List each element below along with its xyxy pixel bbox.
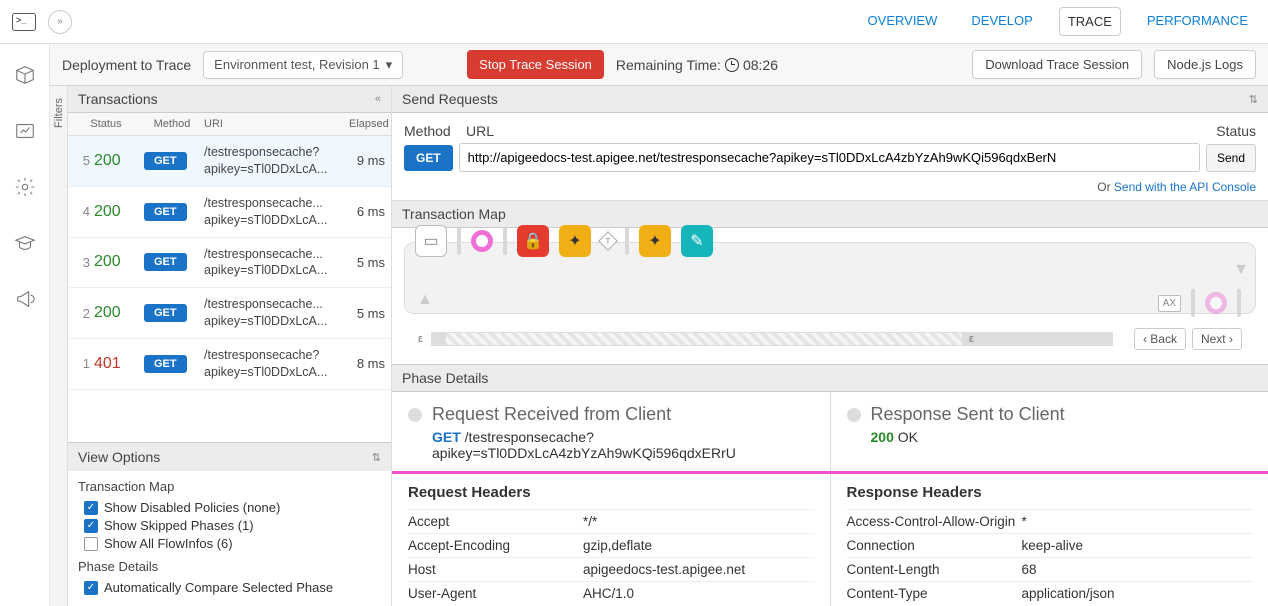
phase-details-header: Phase Details — [392, 365, 1268, 392]
flow-return-arrow-icon: ▲ — [417, 291, 433, 309]
header-row: Content-Length68 — [847, 557, 1253, 581]
send-requests-header: Send Requests ⇅ — [392, 86, 1268, 113]
chk-show-flowinfos[interactable] — [84, 537, 98, 551]
response-sent-title: Response Sent to Client — [847, 404, 1253, 425]
view-options-tmap-label: Transaction Map — [78, 479, 381, 494]
tab-overview[interactable]: OVERVIEW — [860, 7, 946, 36]
url-label: URL — [460, 123, 1196, 139]
flow-step-policy-1[interactable]: ✦ — [559, 225, 591, 257]
tab-trace[interactable]: TRACE — [1059, 7, 1121, 36]
graduation-icon[interactable] — [14, 232, 36, 254]
terminal-icon[interactable] — [12, 13, 36, 31]
chevron-down-icon: ▾ — [386, 57, 393, 73]
header-row: Accept*/* — [408, 509, 814, 533]
request-headers-title: Request Headers — [408, 484, 814, 501]
table-row[interactable]: 5 200 GET /testresponsecache?apikey=sTl0… — [68, 136, 391, 187]
environment-dropdown[interactable]: Environment test, Revision 1 ▾ — [203, 51, 403, 79]
transactions-list: 5 200 GET /testresponsecache?apikey=sTl0… — [68, 136, 391, 442]
flow-step-analytics[interactable]: AX — [1158, 295, 1181, 312]
megaphone-icon[interactable] — [14, 288, 36, 310]
flow-step-condition[interactable]: T — [598, 231, 618, 251]
timeline-track[interactable] — [431, 332, 1113, 346]
table-row[interactable]: 2 200 GET /testresponsecache...apikey=sT… — [68, 288, 391, 339]
status-label: Status — [1196, 123, 1256, 139]
header-row: Access-Control-Allow-Origin* — [847, 509, 1253, 533]
timeline-start-label: ε — [418, 333, 423, 345]
header-row: Content-Typeapplication/json — [847, 581, 1253, 605]
table-row[interactable]: 1 401 GET /testresponsecache?apikey=sTl0… — [68, 339, 391, 390]
flow-step-policy-2[interactable]: ✦ — [639, 225, 671, 257]
topbar: » OVERVIEW DEVELOP TRACE PERFORMANCE — [0, 0, 1268, 44]
url-input[interactable] — [459, 143, 1200, 172]
remaining-time: Remaining Time: 08:26 — [616, 57, 778, 73]
flow-step-security[interactable]: 🔒 — [517, 225, 549, 257]
header-row: User-AgentAHC/1.0 — [408, 581, 814, 605]
response-line: 200 OK — [871, 429, 1253, 445]
flow-forward-arrow-icon: ▼ — [1233, 261, 1249, 279]
tab-performance[interactable]: PERFORMANCE — [1139, 7, 1256, 36]
transactions-header: Transactions « — [68, 86, 391, 113]
tab-develop[interactable]: DEVELOP — [963, 7, 1040, 36]
top-tabs: OVERVIEW DEVELOP TRACE PERFORMANCE — [860, 7, 1256, 36]
response-headers-title: Response Headers — [847, 484, 1253, 501]
expand-view-options-icon[interactable]: ⇅ — [372, 451, 381, 464]
view-options-header: View Options ⇅ — [68, 443, 391, 471]
download-trace-button[interactable]: Download Trace Session — [972, 50, 1142, 79]
stop-trace-button[interactable]: Stop Trace Session — [467, 50, 604, 79]
timeline-eps2: ε — [969, 333, 974, 345]
header-row: Hostapigeedocs-test.apigee.net — [408, 557, 814, 581]
trace-toolbar: Deployment to Trace Environment test, Re… — [50, 44, 1268, 86]
chk-auto-compare[interactable]: ✓ — [84, 581, 98, 595]
collapse-transactions-icon[interactable]: « — [375, 93, 381, 105]
request-received-title: Request Received from Client — [408, 404, 814, 425]
gear-icon[interactable] — [14, 176, 36, 198]
transaction-map: ▲ ▼ ▭ 🔒 ✦ T ✦ ✎ — [404, 242, 1256, 314]
expand-sidebar-icon[interactable]: » — [48, 10, 72, 34]
view-options-phase-label: Phase Details — [78, 559, 381, 574]
header-row: Connectionkeep-alive — [847, 533, 1253, 557]
api-console-link[interactable]: Send with the API Console — [1114, 180, 1256, 194]
header-row: Accept-Encodinggzip,deflate — [408, 533, 814, 557]
table-row[interactable]: 3 200 GET /testresponsecache...apikey=sT… — [68, 238, 391, 289]
expand-send-requests-icon[interactable]: ⇅ — [1249, 93, 1258, 106]
request-line: GET /testresponsecache?apikey=sTl0DDxLcA… — [432, 429, 814, 461]
dashboard-icon[interactable] — [14, 120, 36, 142]
nodejs-logs-button[interactable]: Node.js Logs — [1154, 50, 1256, 79]
api-console-hint: Or Send with the API Console — [392, 176, 1268, 200]
method-label: Method — [404, 123, 460, 139]
send-button[interactable]: Send — [1206, 144, 1256, 172]
filters-tab[interactable]: Filters — [50, 86, 68, 606]
box-icon[interactable] — [14, 64, 36, 86]
transaction-map-header: Transaction Map — [392, 201, 1268, 228]
deployment-label: Deployment to Trace — [62, 57, 191, 73]
flow-step-proxy-resp[interactable] — [1205, 292, 1227, 314]
next-button[interactable]: Next › — [1192, 328, 1242, 350]
left-nav — [0, 44, 50, 606]
chk-show-disabled[interactable]: ✓ — [84, 501, 98, 515]
back-button[interactable]: ‹ Back — [1134, 328, 1186, 350]
flow-step-assign[interactable]: ✎ — [681, 225, 713, 257]
method-button[interactable]: GET — [404, 145, 453, 171]
clock-icon — [725, 58, 739, 72]
transactions-columns: Status Method URI Elapsed — [68, 113, 391, 136]
flow-step-client[interactable]: ▭ — [415, 225, 447, 257]
chk-show-skipped[interactable]: ✓ — [84, 519, 98, 533]
flow-step-proxy-req[interactable] — [471, 230, 493, 252]
table-row[interactable]: 4 200 GET /testresponsecache...apikey=sT… — [68, 187, 391, 238]
